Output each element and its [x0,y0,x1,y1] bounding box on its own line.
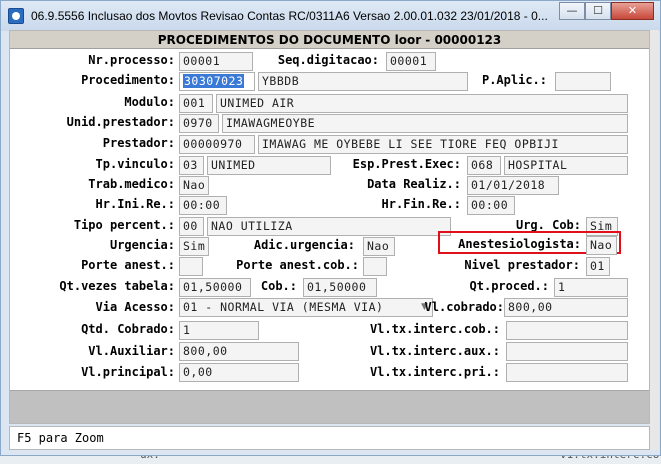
unid-prestador-field[interactable]: 0970 [179,114,219,133]
adic-urgencia-label: Adic.urgencia: [253,238,355,252]
hr-fin-re-field[interactable]: 00:00 [467,196,515,215]
app-icon [8,8,24,24]
qt-proced-label: Qt.proced.: [469,279,549,293]
qt-vezes-tabela-label: Qt.vezes tabela: [59,279,175,293]
qt-vezes-tabela-field[interactable]: 01,50000 [179,278,251,297]
esp-prest-exec-label: Esp.Prest.Exec: [352,157,461,171]
maximize-button[interactable]: ☐ [585,2,611,20]
window-side-edge [650,30,659,450]
procedimento-label: Procedimento: [81,73,175,87]
vl-tx-interc-cob-label: Vl.tx.interc.cob.: [369,322,500,336]
window-title: 06.9.5556 Inclusao dos Movtos Revisao Co… [31,9,548,23]
nivel-prestador-field[interactable]: 01 [586,257,610,276]
nivel-prestador-label: Nivel prestador: [464,258,580,272]
tp-vinculo-desc: UNIMED [207,156,331,175]
porte-anest-cob-label: Porte anest.cob.: [236,258,359,272]
vl-tx-interc-aux-field[interactable] [506,342,628,361]
vl-tx-interc-pri-field[interactable] [506,363,628,382]
unid-prestador-desc: IMAWAGMEOYBE [222,114,628,133]
anestesiologista-label: Anestesiologista: [458,237,581,251]
urg-cob-label: Urg. Cob: [515,218,581,232]
modulo-desc: UNIMED AIR [216,94,628,113]
status-text: F5 para Zoom [17,431,104,445]
data-realiz-field[interactable]: 01/01/2018 [467,176,559,195]
porte-anest-cob-field[interactable] [363,257,387,276]
esp-prest-exec-field[interactable]: 068 [467,156,501,175]
tipo-percent-field[interactable]: 00 [179,217,204,236]
vl-cobrado-label: Vl.cobrado: [424,300,504,314]
adic-urgencia-field[interactable]: Nao [363,237,395,256]
tipo-percent-label: Tipo percent.: [73,218,175,232]
vl-principal-label: Vl.principal: [81,365,175,379]
urgencia-label: Urgencia: [109,238,175,252]
cob-label: Cob.: [260,279,297,293]
vl-auxiliar-field[interactable]: 800,00 [179,342,299,361]
hr-fin-re-label: Hr.Fin.Re.: [381,197,461,211]
porte-anest-label: Porte anest.: [81,258,175,272]
hr-ini-re-field[interactable]: 00:00 [179,196,227,215]
via-acesso-select[interactable]: 01 - NORMAL VIA (MESMA VIA) [179,298,433,317]
modulo-label: Modulo: [124,95,175,109]
data-realiz-label: Data Realiz.: [367,177,461,191]
tipo-percent-desc: NAO UTILIZA [207,217,451,236]
tp-vinculo-label: Tp.vinculo: [95,157,175,171]
urgencia-field[interactable]: Sim [179,237,209,256]
seq-digitacao-label: Seq.digitacao: [277,53,379,67]
vl-auxiliar-label: Vl.Auxiliar: [88,344,175,358]
nr-processo-field[interactable]: 00001 [179,52,253,71]
qtd-cobrado-field[interactable]: 1 [179,321,259,340]
prestador-label: Prestador: [102,136,175,150]
procedimento-value: 30307023 [183,74,245,88]
vl-principal-field[interactable]: 0,00 [179,363,299,382]
modulo-field[interactable]: 001 [179,94,213,113]
trab-medico-label: Trab.medico: [88,177,175,191]
porte-anest-field[interactable] [179,257,203,276]
p-aplic-label: P.Aplic.: [481,73,547,87]
close-button[interactable]: ✕ [611,2,654,20]
button-area [10,390,649,423]
hr-ini-re-label: Hr.Ini.Re.: [95,197,175,211]
p-aplic-field[interactable] [555,72,611,91]
procedimento-desc: YBBDB [258,72,468,91]
minimize-button[interactable]: — [559,2,585,20]
esp-prest-exec-desc: HOSPITAL [504,156,628,175]
prestador-field[interactable]: 00000970 [179,135,255,154]
qt-proced-field[interactable]: 1 [554,278,628,297]
prestador-desc: IMAWAG ME OYBEBE LI SEE TIORE FEQ OPBIJI [258,135,628,154]
vl-tx-interc-pri-label: Vl.tx.interc.pri.: [369,365,500,379]
cob-field[interactable]: 01,50000 [303,278,377,297]
vl-tx-interc-cob-field[interactable] [506,321,628,340]
unid-prestador-label: Unid.prestador: [66,115,175,129]
status-bar: F5 para Zoom [9,426,650,450]
panel-title: PROCEDIMENTOS DO DOCUMENTO loor - 000001… [10,31,649,49]
via-acesso-label: Via Acesso: [95,300,175,314]
nr-processo-label: Nr.processo: [88,53,175,67]
vl-cobrado-field[interactable]: 800,00 [504,298,628,317]
procedimento-field[interactable]: 30307023 [179,72,255,91]
title-bar[interactable]: 06.9.5556 Inclusao dos Movtos Revisao Co… [1,1,660,31]
anestesiologista-field[interactable]: Nao [586,236,617,255]
seq-digitacao-field[interactable]: 00001 [386,52,436,71]
tp-vinculo-field[interactable]: 03 [179,156,204,175]
window-controls: — ☐ ✕ [559,2,654,20]
trab-medico-field[interactable]: Nao [179,176,209,195]
qtd-cobrado-label: Qtd. Cobrado: [81,322,175,336]
vl-tx-interc-aux-label: Vl.tx.interc.aux.: [369,344,500,358]
